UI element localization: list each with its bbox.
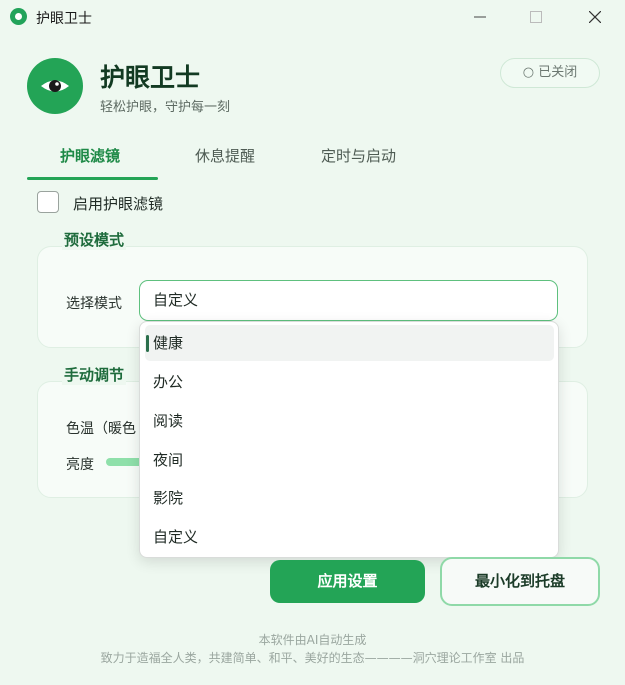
- footer-credits: 致力于造福全人类，共建简单、和平、美好的生态————洞穴理论工作室 出品: [100, 651, 525, 665]
- title-bar: 护眼卫士: [0, 0, 625, 34]
- eye-icon: [41, 80, 69, 92]
- preset-mode-title: 预设模式: [62, 229, 127, 250]
- app-name: 护眼卫士: [100, 63, 201, 92]
- tab-rest-reminder[interactable]: 休息提醒: [195, 145, 255, 166]
- dropdown-option-reading[interactable]: 阅读: [140, 403, 560, 439]
- enable-filter-label: 启用护眼滤镜: [73, 195, 164, 213]
- footer-generated-note: 本软件由AI自动生成: [258, 633, 367, 647]
- preset-mode-select[interactable]: 自定义: [139, 280, 558, 321]
- preset-mode-dropdown: 健康 办公 阅读 夜间 影院 自定义: [139, 321, 559, 558]
- color-temp-label: 色温（暖色: [66, 421, 136, 437]
- dropdown-option-health[interactable]: 健康: [145, 325, 554, 361]
- brightness-label: 亮度: [66, 457, 94, 473]
- select-mode-label: 选择模式: [66, 296, 122, 312]
- minimize-to-tray-button[interactable]: 最小化到托盘: [440, 557, 600, 606]
- dropdown-option-cinema[interactable]: 影院: [140, 480, 560, 516]
- dropdown-option-office[interactable]: 办公: [140, 364, 560, 400]
- maximize-icon: [530, 11, 542, 23]
- app-logo: [27, 58, 83, 114]
- tab-bar: 护眼滤镜 休息提醒 定时与启动: [27, 140, 427, 180]
- enable-filter-checkbox[interactable]: [37, 191, 59, 213]
- window-title: 护眼卫士: [36, 11, 92, 27]
- manual-adjust-title: 手动调节: [62, 364, 127, 385]
- tab-schedule-startup[interactable]: 定时与启动: [321, 145, 396, 166]
- close-icon: [588, 10, 602, 24]
- minimize-button[interactable]: [455, 0, 505, 34]
- dropdown-option-custom[interactable]: 自定义: [140, 519, 560, 555]
- minimize-icon: [474, 16, 486, 18]
- status-badge[interactable]: ○ 已关闭: [500, 58, 600, 88]
- maximize-button[interactable]: [511, 0, 561, 34]
- active-tab-indicator: [27, 177, 158, 180]
- apply-settings-button[interactable]: 应用设置: [270, 560, 425, 603]
- close-button[interactable]: [570, 0, 620, 34]
- tab-eye-filter[interactable]: 护眼滤镜: [60, 145, 120, 166]
- dropdown-option-night[interactable]: 夜间: [140, 442, 560, 478]
- app-slogan: 轻松护眼，守护每一刻: [100, 100, 231, 115]
- app-icon: [10, 8, 27, 25]
